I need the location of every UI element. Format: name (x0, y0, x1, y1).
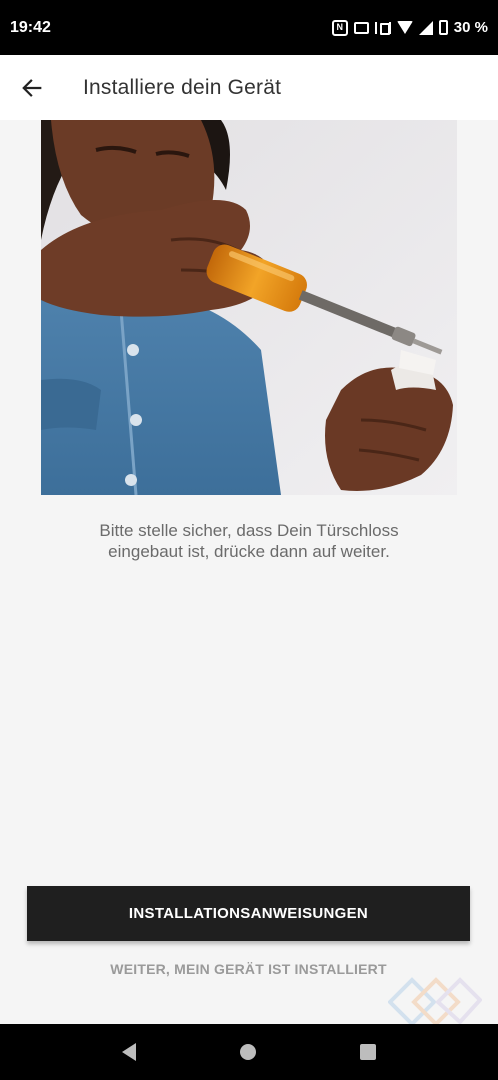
app-bar: Installiere dein Gerät (0, 55, 498, 120)
nfc-icon: N (331, 19, 348, 36)
wifi-icon (396, 21, 413, 34)
system-nav-bar (0, 1024, 498, 1080)
signal-icon (418, 20, 433, 35)
battery-percentage: 30 % (453, 19, 488, 36)
nav-back-icon[interactable] (122, 1043, 136, 1061)
back-button[interactable] (0, 55, 64, 120)
instruction-line-2: eingebaut ist, drücke dann auf weiter. (108, 542, 390, 561)
instruction-line-1: Bitte stelle sicher, dass Dein Türschlos… (99, 521, 399, 540)
page-title: Installiere dein Gerät (83, 75, 282, 99)
nav-home-icon[interactable] (240, 1044, 256, 1060)
arrow-left-icon (22, 78, 42, 97)
instruction-text: Bitte stelle sicher, dass Dein Türschlos… (40, 520, 458, 562)
installation-instructions-button[interactable]: INSTALLATIONSANWEISUNGEN (27, 886, 470, 941)
briefcase-icon (353, 21, 369, 34)
nav-recents-icon[interactable] (360, 1044, 376, 1060)
person-with-screwdriver-photo (41, 120, 457, 495)
hero-image (41, 120, 457, 495)
vibrate-icon (374, 21, 391, 35)
battery-icon (438, 20, 448, 35)
status-time: 19:42 (10, 18, 51, 36)
status-bar: 19:42 N 30 % (0, 0, 498, 55)
status-icons: N 30 % (331, 19, 488, 36)
